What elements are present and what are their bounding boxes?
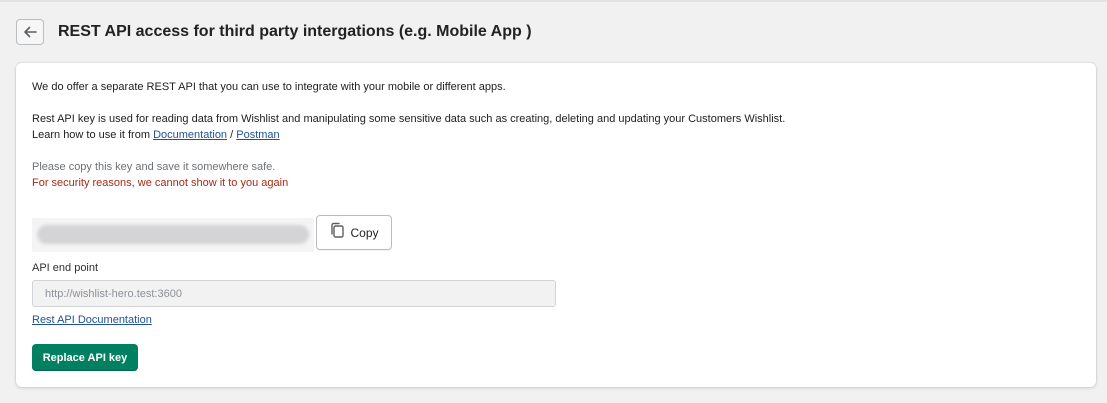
postman-link[interactable]: Postman: [236, 129, 279, 141]
learn-line: Learn how to use it from Documentation /…: [32, 128, 280, 142]
copy-button-label: Copy: [350, 225, 379, 240]
api-key-field: [32, 218, 314, 252]
copy-icon: [331, 222, 345, 238]
api-access-card: We do offer a separate REST API that you…: [16, 63, 1096, 387]
redacted-api-key: [37, 225, 309, 244]
copy-note: Please copy this key and save it somewhe…: [32, 161, 276, 173]
top-divider: [0, 0, 1107, 2]
arrow-left-icon: [24, 26, 37, 38]
page-title: REST API access for third party intergat…: [58, 23, 532, 40]
page-header: REST API access for third party intergat…: [16, 19, 532, 45]
link-separator: /: [227, 129, 237, 141]
copy-button[interactable]: Copy: [316, 215, 392, 250]
documentation-link[interactable]: Documentation: [153, 129, 227, 141]
intro-text: We do offer a separate REST API that you…: [32, 81, 506, 93]
learn-prefix: Learn how to use it from: [32, 129, 154, 141]
endpoint-input[interactable]: [32, 280, 556, 307]
security-warning: For security reasons, we cannot show it …: [32, 177, 289, 189]
back-button[interactable]: [16, 19, 44, 45]
description-text: Rest API key is used for reading data fr…: [32, 113, 786, 125]
rest-api-docs-link[interactable]: Rest API Documentation: [32, 314, 152, 326]
replace-api-key-button[interactable]: Replace API key: [32, 344, 138, 371]
endpoint-label: API end point: [32, 262, 99, 274]
